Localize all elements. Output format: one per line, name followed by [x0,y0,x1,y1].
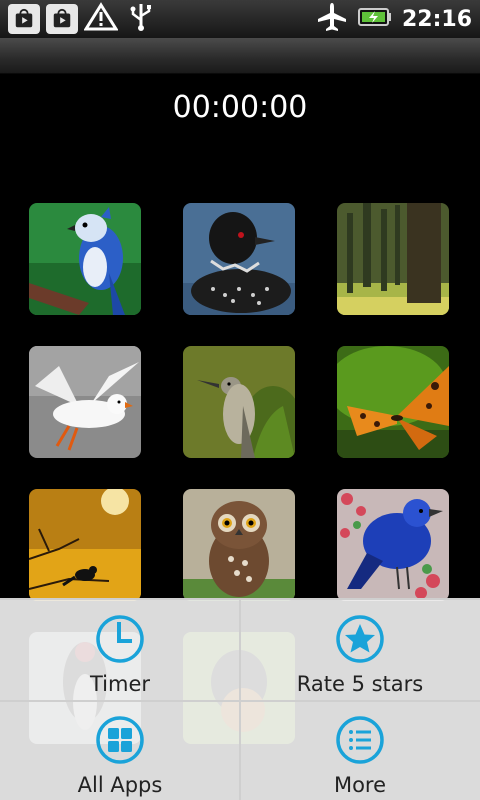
menu-item-rate[interactable]: Rate 5 stars [240,600,480,701]
seagull-image[interactable] [29,346,141,458]
battery-charging-icon [357,7,392,31]
star-icon [336,615,384,663]
title-bar [0,38,480,74]
timer-display: 00:00:00 [172,90,308,125]
play-store-icon[interactable] [46,4,78,34]
usb-icon[interactable] [124,2,158,36]
status-bar: 22:16 [0,0,480,38]
menu-item-timer[interactable]: Timer [0,600,240,701]
forest-image[interactable] [337,203,449,315]
grid-icon [96,716,144,764]
options-menu: Timer Rate 5 stars All Apps More [0,598,480,800]
indigo-bunting-image[interactable] [337,489,449,601]
menu-item-all-apps[interactable]: All Apps [0,701,240,800]
status-clock: 22:16 [401,6,472,32]
menu-item-label: Rate 5 stars [296,672,424,696]
play-store-icon[interactable] [8,4,40,34]
menu-item-label: All Apps [77,773,163,797]
loon-image[interactable] [183,203,295,315]
bird-moon-image[interactable] [29,489,141,601]
butterfly-image[interactable] [337,346,449,458]
warning-icon[interactable] [83,2,119,36]
clock-icon [96,615,144,663]
menu-item-label: More [333,773,387,797]
menu-item-label: Timer [89,672,151,696]
menu-item-more[interactable]: More [240,701,480,800]
mockingbird-image[interactable] [183,346,295,458]
owl-image[interactable] [183,489,295,601]
blue-jay-image[interactable] [29,203,141,315]
list-icon [336,716,384,764]
airplane-mode-icon [316,2,348,36]
